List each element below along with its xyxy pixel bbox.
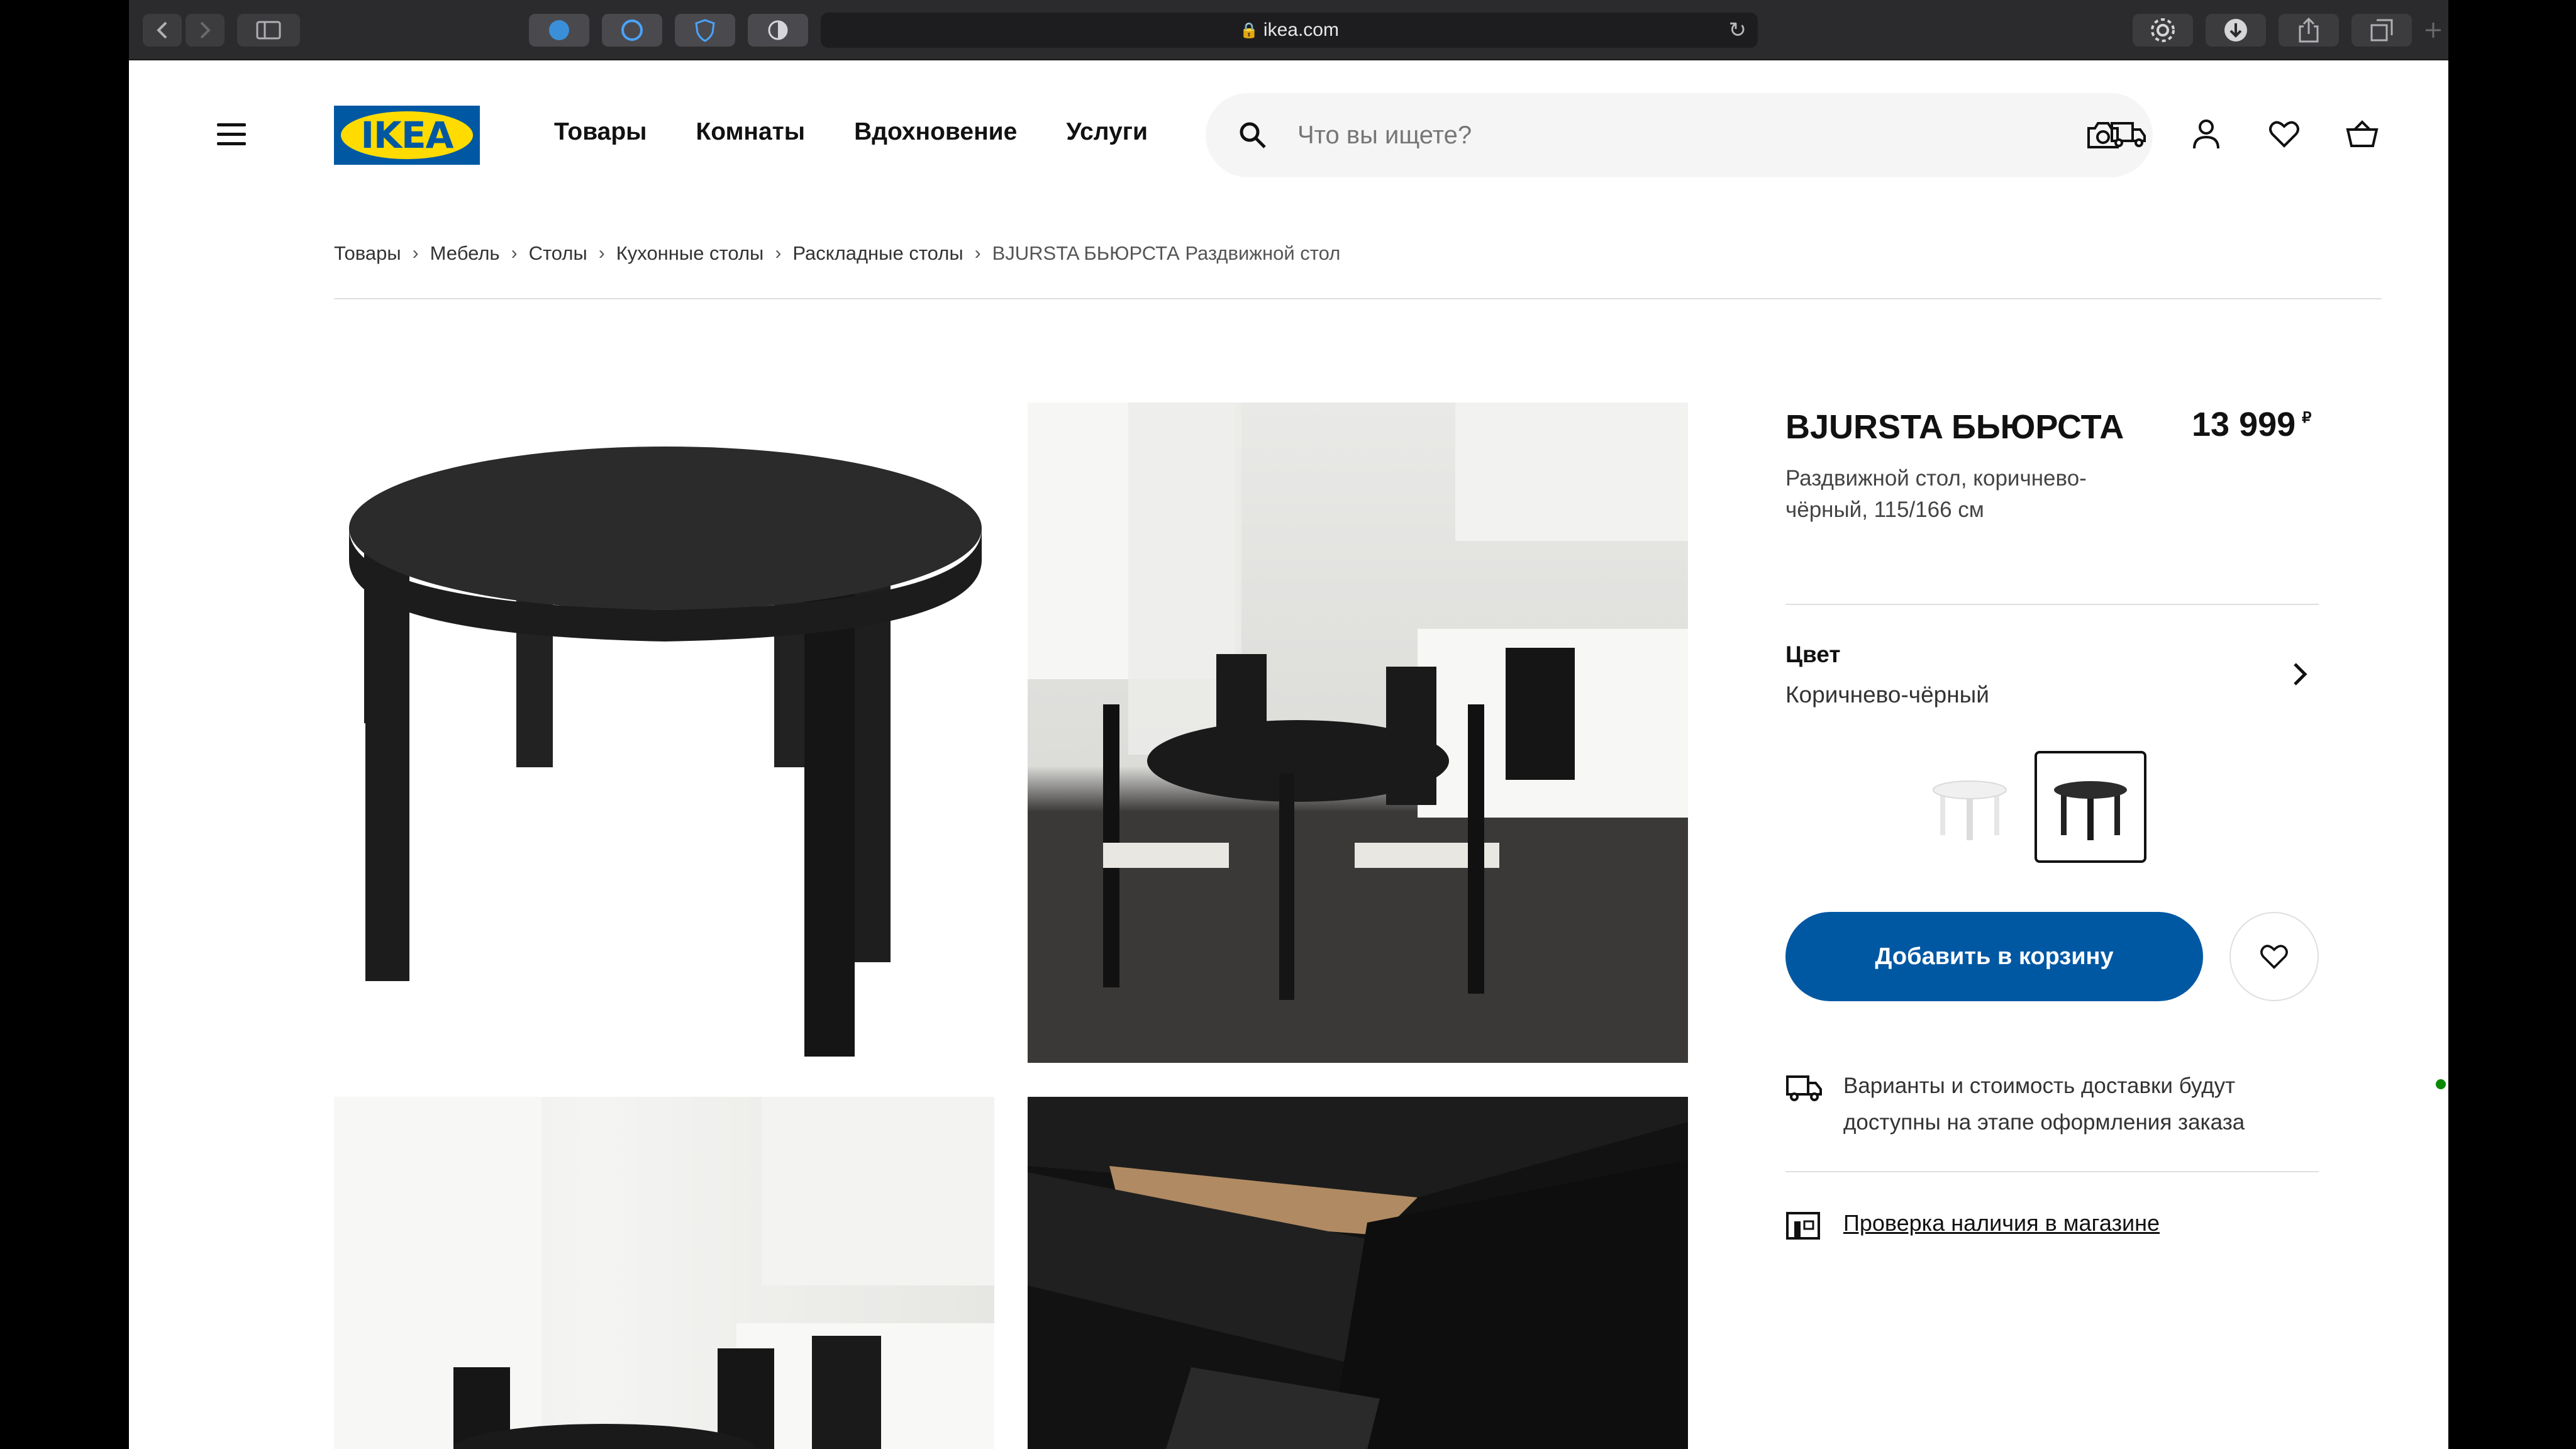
chevron-right-icon[interactable] (2287, 660, 2312, 688)
menu-button[interactable] (217, 123, 246, 146)
store-availability-link[interactable]: Проверка наличия в магазине (1843, 1210, 2160, 1236)
breadcrumb-item-extendable-tables[interactable]: Раскладные столы (792, 242, 963, 265)
shield-icon (695, 19, 715, 42)
color-value: Коричнево-чёрный (1785, 682, 1989, 708)
nav-item-inspiration[interactable]: Вдохновение (854, 118, 1017, 146)
account-button[interactable] (2188, 116, 2224, 152)
search-icon[interactable] (1237, 119, 1269, 151)
share-icon (2299, 17, 2319, 43)
gear-icon (2151, 18, 2175, 42)
divider (1785, 604, 2319, 605)
breadcrumb: Товары › Мебель › Столы › Кухонные столы… (334, 242, 1340, 265)
extension-button-3[interactable] (675, 14, 735, 47)
tabs-button[interactable] (2351, 14, 2412, 47)
black-table-thumbnail (2054, 781, 2127, 840)
browser-window: 🔒 ikea.com ↻ IKEA Товары Комнаты Вдохнов… (129, 0, 2448, 1449)
room-image (1028, 402, 1688, 1063)
color-label: Цвет (1785, 641, 1841, 667)
heart-icon (2260, 945, 2288, 969)
color-swatch-white[interactable] (1914, 751, 2026, 863)
delivery-info: Варианты и стоимость доставки будут дост… (1843, 1074, 2245, 1135)
address-bar[interactable]: 🔒 ikea.com ↻ (821, 13, 1758, 48)
table-mechanism-image (1028, 1097, 1688, 1449)
main-nav: Товары Комнаты Вдохновение Услуги (554, 118, 1148, 146)
table-image (349, 447, 982, 1057)
back-button[interactable] (143, 14, 182, 47)
chevron-right-icon: › (775, 243, 782, 264)
product-image-detail[interactable] (1028, 1097, 1688, 1449)
new-tab-icon (2426, 23, 2441, 38)
nav-item-rooms[interactable]: Комнаты (696, 118, 805, 146)
privacy-icon (768, 20, 788, 40)
extension-button-1[interactable] (529, 14, 589, 47)
availability-dot (2436, 1079, 2446, 1089)
breadcrumb-item-kitchen-tables[interactable]: Кухонные столы (616, 242, 764, 265)
extension-icon (549, 20, 569, 40)
search-input[interactable] (1297, 116, 1989, 155)
truck-icon (2111, 122, 2146, 147)
chevron-right-icon: › (412, 243, 419, 264)
download-icon (2224, 19, 2247, 42)
sidebar-icon (256, 21, 281, 40)
product-name: BJURSTA БЬЮРСТА (1785, 408, 2124, 446)
ikea-logo[interactable]: IKEA (334, 106, 480, 165)
breadcrumb-item-tables[interactable]: Столы (529, 242, 587, 265)
lock-icon: 🔒 (1240, 21, 1258, 39)
product-image-room-2[interactable] (334, 1097, 994, 1449)
breadcrumb-item-furniture[interactable]: Мебель (430, 242, 500, 265)
wishlist-button[interactable] (2266, 116, 2302, 152)
add-to-cart-button[interactable]: Добавить в корзину (1785, 912, 2203, 1001)
room-image (334, 1097, 994, 1449)
reload-icon[interactable]: ↻ (1729, 18, 1747, 43)
address-text: ikea.com (1263, 19, 1339, 40)
breadcrumb-item-products[interactable]: Товары (334, 242, 401, 265)
back-icon (157, 21, 167, 39)
hamburger-icon (217, 123, 246, 126)
basket-icon (2346, 120, 2379, 147)
save-to-wishlist-button[interactable] (2229, 912, 2319, 1001)
product-description: Раздвижной стол, коричнево-чёрный, 115/1… (1785, 466, 2087, 522)
chevron-right-icon: › (598, 243, 605, 264)
truck-icon (1786, 1075, 1822, 1101)
store-icon (1786, 1212, 1820, 1240)
product-image-main[interactable] (334, 402, 994, 1063)
extension-icon (621, 19, 643, 41)
cart-button[interactable] (2344, 116, 2380, 152)
delivery-button[interactable] (2110, 116, 2146, 152)
product-price: 13 999 ₽ (2192, 406, 2312, 443)
settings-button[interactable] (2133, 14, 2193, 47)
breadcrumb-item-current: BJURSTA БЬЮРСТА Раздвижной стол (992, 242, 1341, 264)
forward-button[interactable] (186, 14, 225, 47)
extension-button-4[interactable] (748, 14, 808, 47)
chevron-right-icon: › (511, 243, 518, 264)
new-tab-button[interactable] (2418, 14, 2448, 47)
product-image-room[interactable] (1028, 402, 1688, 1063)
tabs-icon (2370, 19, 2393, 42)
user-icon (2193, 119, 2219, 149)
browser-toolbar: 🔒 ikea.com ↻ (129, 0, 2448, 60)
share-button[interactable] (2279, 14, 2339, 47)
nav-item-services[interactable]: Услуги (1066, 118, 1148, 146)
color-swatch-brown-black[interactable] (2035, 751, 2146, 863)
header-icons (2110, 116, 2380, 152)
heart-icon (2269, 121, 2299, 148)
sidebar-button[interactable] (237, 14, 300, 47)
divider (1785, 1171, 2319, 1172)
forward-icon (200, 21, 211, 39)
nav-item-products[interactable]: Товары (554, 118, 647, 146)
search-bar (1206, 93, 2153, 177)
white-table-thumbnail (1933, 780, 2007, 840)
currency-symbol: ₽ (2302, 409, 2312, 426)
chevron-right-icon: › (974, 243, 981, 264)
divider (334, 298, 2382, 299)
download-button[interactable] (2206, 14, 2266, 47)
extension-button-2[interactable] (602, 14, 662, 47)
